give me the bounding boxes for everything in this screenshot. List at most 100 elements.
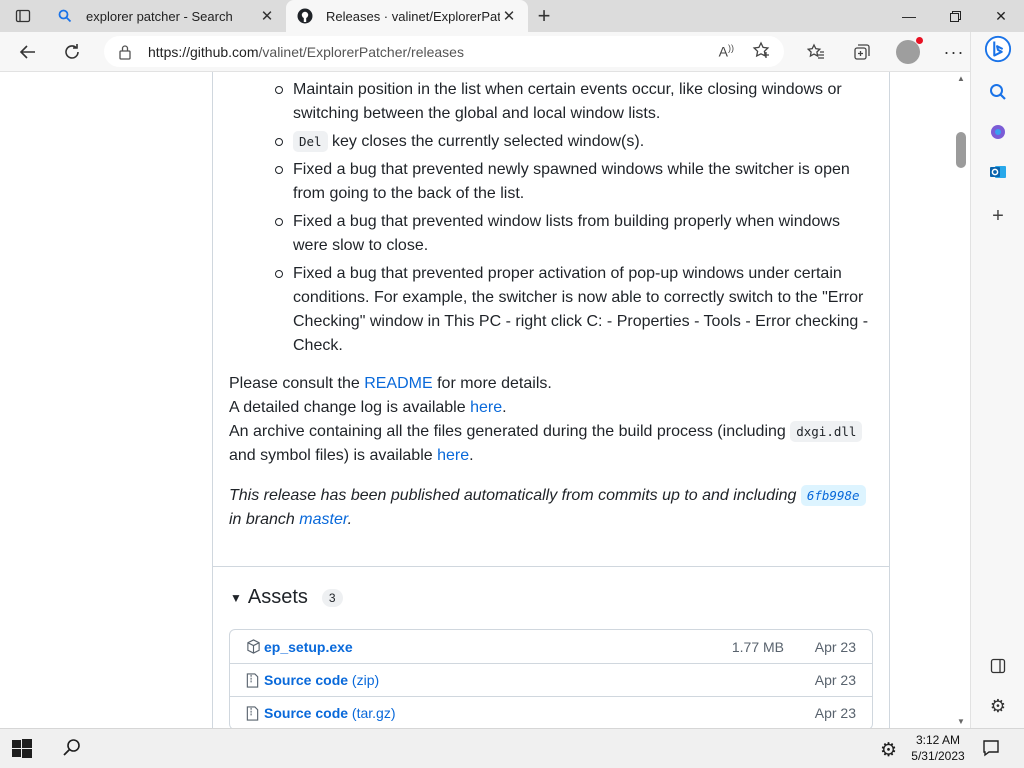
refresh-icon	[65, 44, 79, 59]
text: and symbol files) is available	[229, 447, 438, 464]
windows-icon	[12, 739, 32, 758]
asset-link[interactable]: Source code (zip)	[264, 672, 379, 688]
address-bar[interactable]: https://github.com/valinet/ExplorerPatch…	[104, 36, 784, 67]
text: Please consult the	[229, 375, 365, 392]
minimize-button[interactable]: —	[886, 0, 932, 32]
commit-link[interactable]: 6fb998e	[800, 485, 866, 506]
package-icon	[246, 639, 262, 655]
arrow-left-icon	[19, 45, 35, 59]
tab-search[interactable]: explorer patcher - Search ✕	[46, 0, 286, 32]
scroll-up-arrow-icon[interactable]: ▲	[956, 74, 966, 83]
minimize-icon: —	[902, 8, 916, 24]
favorites-icon	[807, 43, 824, 59]
search-icon	[990, 84, 1006, 100]
asset-date: Apr 23	[814, 672, 856, 688]
list-item: Fixed a bug that prevented newly spawned…	[275, 158, 874, 206]
tab-strip: explorer patcher - Search ✕ Releases · v…	[0, 0, 1024, 32]
back-button[interactable]	[8, 36, 48, 68]
clock-date: 5/31/2023	[911, 749, 965, 763]
sidebar-settings-button[interactable]: ⚙	[984, 692, 1012, 720]
settings-menu-button[interactable]: ···	[934, 36, 974, 68]
close-icon[interactable]: ✕	[258, 7, 276, 25]
asset-link[interactable]: Source code (tar.gz)	[264, 705, 396, 721]
scroll-down-arrow-icon[interactable]: ▼	[956, 717, 966, 726]
close-icon[interactable]: ✕	[500, 7, 518, 25]
text: An archive containing all the files gene…	[229, 423, 791, 440]
assets-toggle[interactable]: ▼ Assets 3	[230, 586, 343, 609]
github-icon	[296, 7, 314, 25]
tab-actions-button[interactable]	[0, 0, 46, 32]
text: for more details.	[432, 375, 552, 392]
address-icons: A))	[719, 36, 770, 67]
asset-row: ep_setup.exe 1.77 MB Apr 23	[230, 630, 872, 663]
changes-list: Maintain position in the list when certa…	[229, 78, 874, 358]
plus-icon: +	[992, 204, 1004, 227]
list-item: Fixed a bug that prevented window lists …	[275, 210, 874, 258]
text: .	[347, 511, 353, 528]
gear-icon: ⚙	[989, 695, 1007, 716]
search-icon	[56, 7, 74, 25]
taskbar-clock[interactable]: 3:12 AM 5/31/2023	[906, 732, 970, 764]
tab-title: Releases · valinet/ExplorerPatcher	[326, 8, 500, 24]
asset-name: Source code	[264, 672, 349, 688]
page-scrollbar[interactable]: ▲ ▼	[952, 72, 970, 728]
file-zip-icon	[246, 672, 262, 688]
window-controls: — ✕	[886, 0, 1024, 32]
sidebar-split-button[interactable]	[984, 652, 1012, 680]
restore-icon	[949, 10, 961, 22]
start-button[interactable]	[12, 739, 32, 759]
list-item: Maintain position in the list when certa…	[275, 78, 874, 126]
profile-button[interactable]	[888, 36, 928, 68]
asset-link[interactable]: ep_setup.exe	[264, 639, 353, 655]
assets-list: ep_setup.exe 1.77 MB Apr 23 Source code …	[229, 629, 873, 728]
assets-count-badge: 3	[321, 588, 343, 607]
asset-date: Apr 23	[814, 705, 856, 721]
bing-chat-button[interactable]	[984, 35, 1012, 63]
branch-link[interactable]: master	[299, 511, 347, 528]
gear-icon: ⚙	[880, 740, 898, 761]
right-toolbar: ···	[796, 36, 974, 68]
collections-icon	[854, 44, 870, 60]
close-window-button[interactable]: ✕	[978, 0, 1024, 32]
tab-releases[interactable]: Releases · valinet/ExplorerPatcher ✕	[286, 0, 528, 32]
changelog-link[interactable]: here	[470, 399, 502, 416]
restore-button[interactable]	[932, 0, 978, 32]
archive-link[interactable]: here	[437, 447, 469, 464]
divider	[213, 566, 889, 567]
edge-sidebar: + ⚙	[970, 32, 1024, 728]
more-icon: ···	[943, 41, 965, 62]
notifications-button[interactable]	[982, 739, 1000, 762]
add-favorite-icon[interactable]	[752, 41, 770, 62]
taskbar-search-button[interactable]	[62, 738, 84, 760]
read-aloud-icon[interactable]: A))	[719, 43, 734, 60]
sidebar-add-button[interactable]: +	[984, 202, 1012, 230]
clock-time: 3:12 AM	[915, 733, 961, 747]
url-host: https://github.com	[148, 43, 259, 60]
text: A detailed change log is available	[229, 399, 471, 416]
text: in branch	[229, 511, 300, 528]
sidebar-outlook-button[interactable]	[984, 158, 1012, 186]
url-path: /valinet/ExplorerPatcher/releases	[258, 43, 464, 60]
taskbar-settings-button[interactable]: ⚙	[880, 739, 897, 762]
browser-toolbar: https://github.com/valinet/ExplorerPatch…	[0, 32, 970, 72]
inline-code: dxgi.dll	[790, 421, 863, 442]
tab-actions-icon	[15, 9, 31, 23]
asset-date: Apr 23	[814, 638, 856, 655]
inline-code: Del	[293, 131, 328, 152]
plus-icon: +	[537, 3, 551, 28]
taskbar: ⚙ 3:12 AM 5/31/2023	[0, 728, 1024, 768]
scroll-thumb[interactable]	[956, 132, 966, 168]
sidebar-search-button[interactable]	[984, 78, 1012, 106]
readme-link[interactable]: README	[364, 375, 432, 392]
list-item-text: key closes the currently selected window…	[332, 133, 645, 150]
tab-title: explorer patcher - Search	[86, 8, 233, 24]
file-zip-icon	[246, 705, 262, 721]
favorites-button[interactable]	[796, 36, 836, 68]
published-note: This release has been published automati…	[229, 484, 874, 532]
asset-row: Source code (zip) Apr 23	[230, 663, 872, 696]
outlook-icon	[990, 166, 1006, 178]
new-tab-button[interactable]: +	[528, 0, 560, 32]
collections-button[interactable]	[842, 36, 882, 68]
sidebar-office-button[interactable]	[984, 118, 1012, 146]
refresh-button[interactable]	[52, 36, 92, 68]
